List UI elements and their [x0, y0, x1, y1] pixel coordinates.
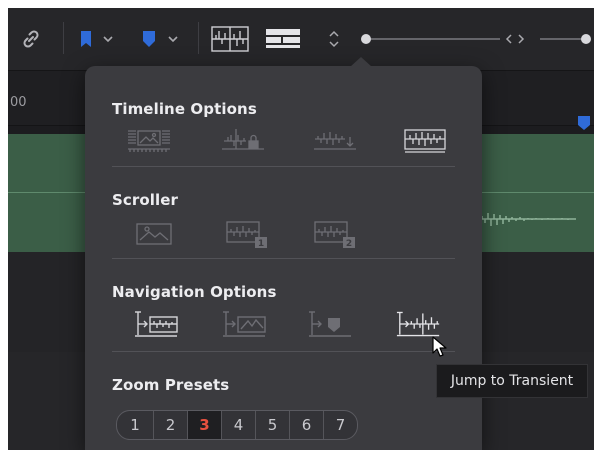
secondary-zoom-slider[interactable] [536, 32, 594, 46]
jump-to-waveform-icon[interactable] [221, 308, 269, 340]
audio-waveform [480, 213, 576, 226]
ruler-timecode: 00 [10, 95, 27, 110]
zoom-slider[interactable] [360, 32, 500, 46]
flag-marker-button[interactable] [78, 28, 124, 50]
mouse-pointer-icon [432, 336, 447, 357]
scroller-image-icon[interactable] [131, 218, 179, 250]
link-icon[interactable] [18, 26, 44, 52]
section-title-zoom-presets: Zoom Presets [112, 376, 230, 394]
toolbar-separator [198, 22, 199, 54]
scroller-waveform-1-icon[interactable]: 1 [223, 218, 271, 250]
jump-to-marker-icon[interactable] [307, 308, 355, 340]
section-title-timeline-options: Timeline Options [112, 100, 257, 118]
zoom-preset-1[interactable]: 1 [117, 411, 153, 439]
zoom-preset-6[interactable]: 6 [289, 411, 323, 439]
jump-to-clip-icon[interactable] [133, 308, 181, 340]
scroller-waveform-2-icon[interactable]: 2 [311, 218, 359, 250]
filmstrip-view-icon[interactable] [125, 124, 173, 156]
svg-text:2: 2 [346, 239, 352, 249]
zoom-preset-7[interactable]: 7 [323, 411, 357, 439]
waveform-arrow-icon[interactable] [311, 124, 359, 156]
svg-text:1: 1 [258, 239, 264, 249]
section-divider [112, 166, 455, 167]
waveform-full-icon[interactable] [401, 124, 449, 156]
section-title-scroller: Scroller [112, 191, 179, 209]
zoom-preset-5[interactable]: 5 [255, 411, 289, 439]
waveform-lock-icon[interactable] [219, 124, 267, 156]
code-brackets-icon[interactable] [503, 30, 527, 48]
zoom-preset-2[interactable]: 2 [153, 411, 187, 439]
section-divider [112, 258, 455, 259]
zoom-stepper-icon[interactable] [326, 28, 342, 50]
tooltip: Jump to Transient [436, 364, 588, 398]
zoom-presets-segmented-control: 1 2 3 4 5 6 7 [116, 410, 358, 440]
toolbar [8, 8, 594, 71]
shield-marker-icon[interactable] [577, 115, 591, 131]
toolbar-separator [63, 22, 64, 54]
popover-caret [350, 57, 372, 67]
section-divider [112, 351, 455, 352]
app-window: 00 Timeline Options Scroller 1 2 Navigat… [8, 8, 594, 450]
section-title-navigation-options: Navigation Options [112, 283, 277, 301]
zoom-preset-3[interactable]: 3 [187, 411, 221, 439]
shield-marker-button[interactable] [140, 28, 186, 50]
zoom-preset-4[interactable]: 4 [221, 411, 255, 439]
timeline-view-options-button[interactable] [263, 24, 303, 54]
waveform-layout-icon[interactable] [210, 24, 250, 54]
timeline-view-options-popover: Timeline Options Scroller 1 2 Navigation… [85, 57, 482, 450]
